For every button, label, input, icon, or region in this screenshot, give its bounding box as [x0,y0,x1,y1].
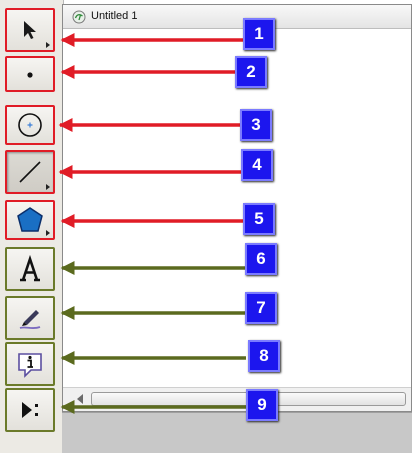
submenu-indicator-icon [46,230,50,236]
marker-tool[interactable] [5,296,55,340]
callout-badge: 4 [241,149,273,181]
callout-badge: 3 [240,109,272,141]
point-icon [27,72,33,78]
callout-badge: 9 [246,389,278,421]
submenu-indicator-icon [46,184,50,190]
info-balloon-icon [18,353,42,378]
callout-badge: 5 [243,203,275,235]
document-title: Untitled 1 [91,10,138,22]
sketchpad-document-icon [72,10,86,24]
straightedge-tool[interactable] [5,150,55,194]
callout-badge: 1 [243,18,275,50]
horizontal-scrollbar[interactable] [63,387,411,411]
line-segment-icon [19,161,41,183]
pentagon-icon [17,207,43,232]
polygon-tool[interactable] [5,200,55,240]
letter-a-icon [20,254,40,282]
callout-badge: 2 [235,56,267,88]
callout-badge: 7 [245,292,277,324]
submenu-indicator-icon [46,42,50,48]
arrow-pointer-icon [24,21,36,39]
circle-icon [18,113,42,137]
compass-tool[interactable] [5,105,55,145]
marker-pen-icon [19,310,41,330]
arrow-selection-tool[interactable] [5,8,55,52]
scroll-left-arrow-icon[interactable] [77,394,83,404]
window-bottom-strip [62,412,412,453]
document-title-bar: Untitled 1 [63,5,411,29]
text-tool[interactable] [5,247,55,291]
callout-badge: 8 [248,340,280,372]
information-tool[interactable] [5,342,55,386]
callout-badge: 6 [245,243,277,275]
custom-tools-menu[interactable] [5,388,55,432]
point-tool[interactable] [5,56,55,92]
play-triangle-dots-icon [22,402,38,418]
tool-palette [0,0,64,453]
